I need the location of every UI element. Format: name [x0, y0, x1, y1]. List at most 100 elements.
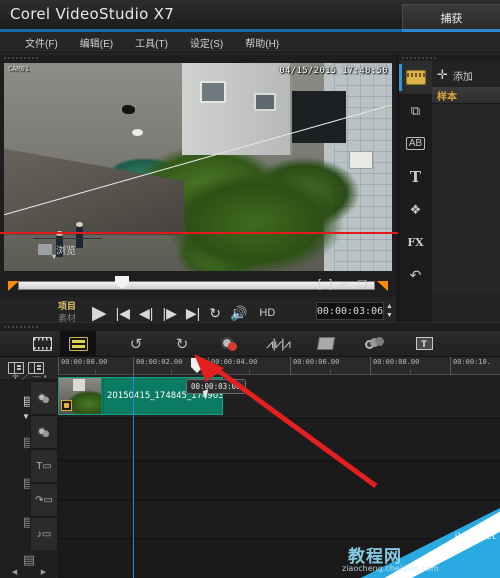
play-button[interactable]: ▶	[92, 304, 107, 323]
audio-mixer-button[interactable]: ⩘|⩗|⩘	[260, 331, 296, 357]
ruler-tick-5: 00:00:10.	[450, 357, 491, 375]
track-expand-icon[interactable]: ▼	[22, 412, 30, 421]
timecode-stepper[interactable]: ▲ ▼	[386, 303, 394, 319]
add-label: 添加	[452, 71, 473, 83]
timeline-zoom-controls[interactable]: ✛ ／ — ▪	[0, 371, 58, 381]
hd-toggle-label[interactable]: HD	[259, 307, 275, 319]
menu-bar: 文件(F) 编辑(E) 工具(T) 设定(S) 帮助(H)	[0, 32, 500, 53]
library-transition-icon[interactable]: ⧉	[399, 94, 432, 127]
track-video[interactable]: 20150415_174845_174903.avi 00:00:03:06	[58, 375, 500, 419]
motion-tracking-button[interactable]	[308, 331, 344, 357]
transition-icon: ⧉	[410, 102, 421, 118]
camera-label: CAM01	[8, 65, 30, 73]
graphic-icon: ❖	[409, 201, 422, 217]
stepper-up-icon[interactable]: ▲	[386, 303, 394, 310]
mark-out-icon[interactable]: ]	[329, 278, 332, 290]
capture-tab[interactable]: 捕获	[402, 4, 500, 31]
timecode-display[interactable]: 00:00:03:06	[316, 302, 384, 320]
library-sample-folder[interactable]: 样本	[432, 87, 500, 104]
title-safe-button[interactable]: T	[406, 331, 442, 357]
timecode-value: 00:00:03:06	[316, 305, 384, 317]
timeline-playhead-handle[interactable]	[191, 358, 203, 373]
app-title: Corel VideoStudio X7	[10, 5, 175, 23]
previous-frame-button[interactable]: ◀|	[139, 306, 153, 320]
undo-icon: ↺	[129, 335, 143, 353]
overlay-track-add-icon	[37, 426, 51, 438]
clip-fx-badge[interactable]	[61, 400, 72, 411]
sample-label: 样本	[437, 91, 457, 103]
zoom-out-icon[interactable]: —	[33, 372, 41, 381]
text-t-icon: T	[409, 167, 422, 186]
zoom-in-icon[interactable]: ✛	[12, 372, 19, 381]
menu-tools[interactable]: 工具(T)	[124, 33, 179, 52]
preview-mode-toggle[interactable]: 项目 素材	[58, 300, 92, 324]
timeline-view-button[interactable]	[60, 330, 96, 357]
track-overlay[interactable]	[58, 419, 500, 461]
storyboard-view-button[interactable]	[24, 331, 60, 357]
title-ab-icon: AB	[405, 137, 426, 150]
preview-panel-grip[interactable]	[0, 53, 396, 61]
menu-file[interactable]: 文件(F)	[14, 33, 69, 52]
menu-help[interactable]: 帮助(H)	[234, 33, 290, 52]
library-graphic-icon[interactable]: ❖	[399, 193, 432, 226]
next-frame-button[interactable]: |▶	[162, 306, 176, 320]
title-track-add-icon: T▭	[36, 460, 52, 472]
library-fx-icon[interactable]: FX	[399, 226, 432, 259]
mode-project-label[interactable]: 项目	[58, 300, 92, 312]
library-panel-grip[interactable]	[398, 53, 500, 61]
mark-in-icon[interactable]: [	[318, 278, 321, 290]
video-timestamp: 04/15/2015 17:48:50	[279, 66, 388, 76]
split-clip-icon[interactable]: ✂	[340, 278, 349, 291]
track-title[interactable]	[58, 461, 500, 501]
undo-button[interactable]: ↺	[118, 331, 154, 357]
menu-settings[interactable]: 设定(S)	[179, 33, 234, 52]
preview-playhead[interactable]	[115, 276, 129, 289]
timeline-icon	[68, 336, 88, 351]
watermark-url: jb51.net	[454, 532, 496, 542]
watermark: jb51.net 教程网 ziaocheng.cheidian.com	[330, 508, 500, 578]
add-voice-track-button[interactable]: ↷▭	[30, 483, 58, 517]
zoom-slider-icon[interactable]: ／	[22, 371, 30, 382]
add-music-track-button[interactable]: ♪▭	[30, 517, 58, 551]
overlay-blend-icon	[365, 337, 384, 350]
add-overlay-track-button[interactable]	[30, 415, 58, 449]
volume-button[interactable]: 🔊	[230, 306, 247, 320]
scroll-right-icon[interactable]: ▶	[41, 568, 46, 576]
redo-icon: ↻	[175, 335, 189, 353]
overlay-blend-button[interactable]	[356, 331, 392, 357]
video-dog	[122, 105, 135, 114]
library-add-row[interactable]: ✛ 添加	[432, 65, 500, 85]
stepper-down-icon[interactable]: ▼	[386, 312, 394, 319]
fx-icon: FX	[407, 236, 424, 249]
redo-button[interactable]: ↻	[164, 331, 200, 357]
go-to-end-button[interactable]: ▶|	[186, 306, 200, 320]
library-media-icon[interactable]	[399, 61, 432, 94]
capture-still-icon[interactable]: ❑	[357, 278, 367, 291]
ruler-tick-1: 00:00:02.00	[133, 357, 182, 375]
menu-edit[interactable]: 编辑(E)	[69, 33, 124, 52]
plus-icon: ✛	[437, 67, 448, 82]
add-video-track-button[interactable]	[30, 381, 58, 415]
scroll-left-icon[interactable]: ◀	[12, 568, 17, 576]
media-icon	[405, 70, 426, 85]
voice-track-add-icon: ↷▭	[35, 494, 53, 506]
timeline-playhead-line	[133, 375, 134, 578]
fit-project-icon[interactable]: ▪	[44, 372, 47, 381]
record-capture-button[interactable]	[212, 331, 248, 357]
music-track-add-icon: ♪▭	[36, 528, 52, 540]
video-overhead-wire	[4, 105, 392, 215]
timeline-panel-grip[interactable]	[0, 322, 500, 330]
preview-panel: CAM01 04/15/2015 17:48:50 [ ] ✂ ❑ 项目 素材 …	[0, 61, 396, 329]
library-thumbnail-area[interactable]	[432, 104, 500, 294]
add-title-track-button[interactable]: T▭	[30, 449, 58, 483]
browse-button[interactable]: 浏览	[33, 238, 102, 261]
library-title-ab-icon[interactable]: AB	[399, 127, 432, 160]
timeline-ruler[interactable]: 00:00:00.00 00:00:02.00 00:00:04.00 00:0…	[58, 357, 500, 375]
timeline-toolbar: ↺ ↻ ⩘|⩗|⩘ T	[0, 330, 500, 357]
repeat-button[interactable]: ↻	[209, 306, 221, 320]
go-to-start-button[interactable]: |◀	[116, 306, 130, 320]
title-bar: Corel VideoStudio X7 捕获	[0, 0, 500, 31]
library-path-icon[interactable]: ↶	[399, 259, 432, 292]
library-text-icon[interactable]: T	[399, 160, 432, 193]
video-cat	[132, 129, 143, 136]
